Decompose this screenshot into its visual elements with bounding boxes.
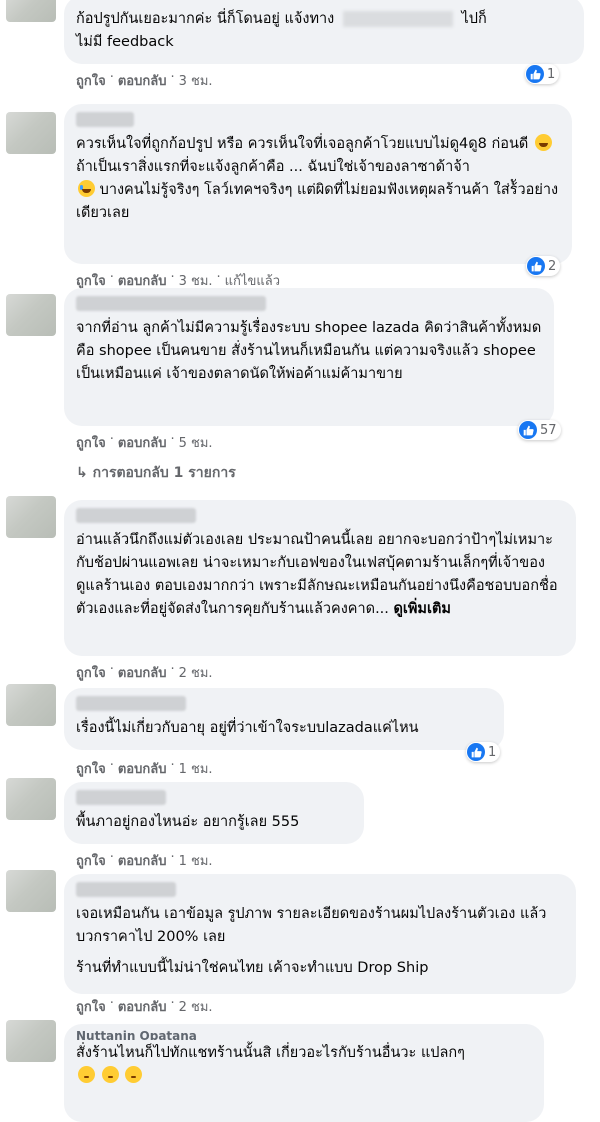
reply-arrow-icon: ↳ [76, 465, 88, 481]
reaction-count[interactable]: 1 [525, 64, 560, 84]
reply-link[interactable]: ตอบกลับ [118, 432, 167, 453]
comment-text: ร้านที่ทำแบบนี้ไม่น่าใช่คนไทย เค้าจะทำแบ… [76, 960, 429, 976]
view-replies-label: การตอบกลับ 1 รายการ [92, 465, 236, 481]
comment-text: ก้อปรูปกันเยอะมากค่ะ นี่ก็โดนอยู่ แจ้งทา… [76, 11, 335, 27]
blurred-name [76, 790, 166, 805]
comment-bubble: ก้อปรูปกันเยอะมากค่ะ นี่ก็โดนอยู่ แจ้งทา… [64, 0, 584, 64]
reply-link[interactable]: ตอบกลับ [118, 850, 167, 871]
comment-text: ไปก็ [461, 11, 487, 27]
avatar[interactable] [6, 870, 56, 912]
reply-link[interactable]: ตอบกลับ [118, 996, 167, 1017]
separator: · [170, 758, 175, 773]
like-thumb-icon [526, 65, 544, 83]
blurred-name [76, 112, 134, 127]
comment-actions: ถูกใจ · ตอบกลับ · 5 ชม. [76, 432, 213, 453]
reply-link[interactable]: ตอบกลับ [118, 662, 167, 683]
comment-actions: ถูกใจ · ตอบกลับ · 1 ชม. [76, 758, 213, 779]
blurred-name [76, 696, 186, 711]
like-link[interactable]: ถูกใจ [76, 758, 106, 779]
timestamp[interactable]: 1 ชม. [179, 850, 213, 871]
blurred-name [76, 882, 176, 897]
blurred-name [76, 508, 196, 523]
separator: · [170, 996, 175, 1011]
comment-actions: ถูกใจ · ตอบกลับ · 1 ชม. [76, 850, 213, 871]
reaction-number: 2 [548, 258, 557, 274]
separator: · [170, 432, 175, 447]
view-replies-link[interactable]: ↳ การตอบกลับ 1 รายการ [76, 462, 236, 484]
comment-bubble: เจอเหมือนกัน เอาข้อมูล รูปภาพ รายละเอียด… [64, 874, 576, 994]
like-thumb-icon [467, 743, 485, 761]
comment-bubble: Nuttanin Opatana สั่งร้านไหนก็ไปทักแชทร้… [64, 1024, 544, 1122]
like-link[interactable]: ถูกใจ [76, 432, 106, 453]
like-link[interactable]: ถูกใจ [76, 850, 106, 871]
comment-text: จากที่อ่าน ลูกค้าไม่มีความรู้เรื่องระบบ … [76, 320, 542, 382]
separator: · [170, 850, 175, 865]
reply-link[interactable]: ตอบกลับ [118, 70, 167, 91]
comment-actions: ถูกใจ · ตอบกลับ · 2 ชม. [76, 662, 213, 683]
comment-bubble: จากที่อ่าน ลูกค้าไม่มีความรู้เรื่องระบบ … [64, 288, 554, 426]
reaction-number: 1 [488, 744, 497, 760]
comment-text: พื้นภาอยู่กองไหนอ่ะ อยากรู้เลย 555 [76, 814, 300, 830]
laughing-tears-emoji-icon [78, 180, 95, 197]
like-link[interactable]: ถูกใจ [76, 662, 106, 683]
grinning-emoji-icon [534, 134, 552, 151]
avatar[interactable] [6, 1020, 56, 1062]
see-more-link[interactable]: ดูเพิ่มเติม [394, 601, 451, 617]
comment-bubble: อ่านแล้วนึกถึงแม่ตัวเองเลย ประมาณป้าคนนี… [64, 500, 576, 656]
comment-text: ควรเห็นใจที่ถูกก้อปรูป หรือ ควรเห็นใจที่… [76, 136, 529, 152]
comment-text: ไม่มี feedback [76, 34, 174, 50]
like-thumb-icon [519, 421, 537, 439]
blurred-name [76, 296, 266, 311]
avatar[interactable] [6, 294, 56, 336]
reaction-count[interactable]: 1 [466, 742, 501, 762]
comment-text: สั่งร้านไหนก็ไปทักแชทร้านนั้นสิ เกี่ยวอะ… [76, 1045, 465, 1061]
reaction-count[interactable]: 57 [518, 420, 561, 440]
separator: · [109, 432, 114, 447]
reaction-number: 1 [547, 66, 556, 82]
avatar[interactable] [6, 684, 56, 726]
comment-text: เจอเหมือนกัน เอาข้อมูล รูปภาพ รายละเอียด… [76, 906, 547, 945]
comment-actions: ถูกใจ · ตอบกลับ · 3 ชม. [76, 70, 213, 91]
like-link[interactable]: ถูกใจ [76, 996, 106, 1017]
comment-bubble: ควรเห็นใจที่ถูกก้อปรูป หรือ ควรเห็นใจที่… [64, 104, 572, 264]
comment-text: อ่านแล้วนึกถึงแม่ตัวเองเลย ประมาณป้าคนนี… [76, 532, 558, 617]
reaction-count[interactable]: 2 [526, 256, 561, 276]
reply-link[interactable]: ตอบกลับ [118, 758, 167, 779]
separator: · [109, 996, 114, 1011]
timestamp[interactable]: 2 ชม. [179, 996, 213, 1017]
like-thumb-icon [527, 257, 545, 275]
avatar[interactable] [6, 0, 56, 22]
comment-bubble: พื้นภาอยู่กองไหนอ่ะ อยากรู้เลย 555 [64, 782, 364, 844]
timestamp[interactable]: 5 ชม. [179, 432, 213, 453]
separator: · [109, 662, 114, 677]
thinking-emoji-icon [101, 1066, 119, 1083]
blurred-name [342, 11, 453, 27]
avatar[interactable] [6, 496, 56, 538]
separator: · [109, 70, 114, 85]
avatar[interactable] [6, 112, 56, 154]
comment-bubble: เรื่องนี้ไม่เกี่ยวกับอายุ อยู่ที่ว่าเข้า… [64, 688, 504, 750]
comment-text: ถ้าเป็นเราสิ่งแรกที่จะแจ้งลูกค้าคือ ... … [76, 159, 470, 175]
comment-actions: ถูกใจ · ตอบกลับ · 2 ชม. [76, 996, 213, 1017]
comment-text: เรื่องนี้ไม่เกี่ยวกับอายุ อยู่ที่ว่าเข้า… [76, 720, 419, 736]
comment-text: บางคนไม่รู้จริงๆ โลว์เทคฯจริงๆ แต่ผิดที่… [76, 182, 559, 221]
separator: · [170, 662, 175, 677]
separator: · [109, 758, 114, 773]
timestamp[interactable]: 1 ชม. [179, 758, 213, 779]
separator: · [170, 70, 175, 85]
timestamp[interactable]: 3 ชม. [179, 70, 213, 91]
thinking-emoji-icon [78, 1066, 95, 1083]
thinking-emoji-icon [125, 1066, 143, 1083]
timestamp[interactable]: 2 ชม. [179, 662, 213, 683]
like-link[interactable]: ถูกใจ [76, 70, 106, 91]
avatar[interactable] [6, 778, 56, 820]
reaction-number: 57 [540, 422, 557, 438]
separator: · [109, 850, 114, 865]
author-name[interactable]: Nuttanin Opatana [76, 1028, 532, 1040]
